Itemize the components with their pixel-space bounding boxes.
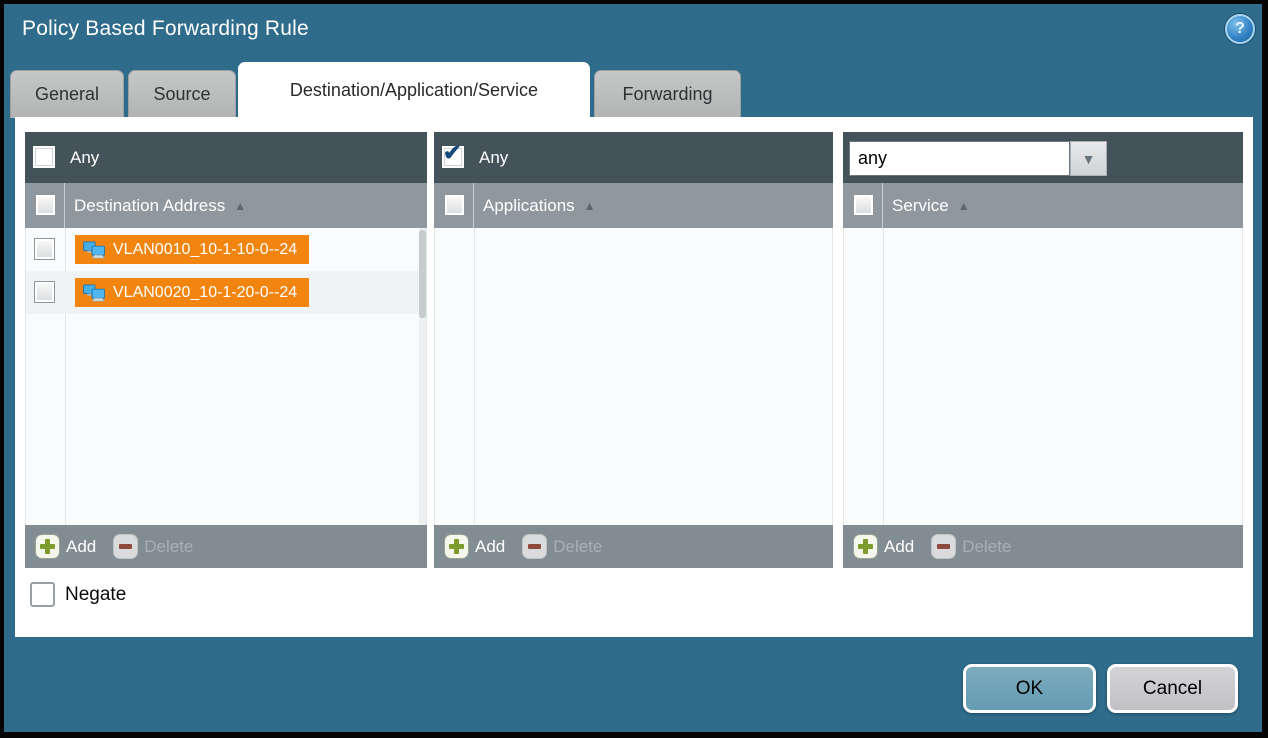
destination-column-title: Destination Address [74,196,225,215]
scrollbar-thumb[interactable] [419,230,426,318]
service-column-title: Service [892,196,949,215]
row-checkbox[interactable] [34,281,55,303]
applications-select-all-checkbox[interactable] [444,194,465,216]
destination-column-header[interactable]: Destination Address ▲ [25,183,427,228]
add-icon [36,535,59,558]
applications-panel: ✔ Any Applications ▲ Add Delete [434,132,833,568]
destination-select-all-checkbox[interactable] [35,194,56,216]
help-icon[interactable]: ? [1225,14,1255,44]
service-dropdown-bar: ▼ [843,132,1243,183]
delete-icon [523,535,546,558]
add-icon [445,535,468,558]
chevron-down-icon: ▼ [1082,151,1096,167]
applications-any-label: Any [479,132,508,183]
applications-list [434,228,833,525]
service-footer: Add Delete [843,525,1243,568]
tab-source[interactable]: Source [128,70,236,118]
add-icon [854,535,877,558]
column-divider [882,183,883,228]
network-icon [82,284,106,302]
network-icon [82,241,106,259]
add-button[interactable]: Add [854,535,914,558]
destination-panel: Any Destination Address ▲ VLAN0010_10-1-1… [25,132,427,568]
applications-any-checkbox[interactable]: ✔ [442,146,464,168]
destination-row[interactable]: VLAN0020_10-1-20-0--24 [26,271,426,314]
destination-any-label: Any [70,132,99,183]
applications-column-header[interactable]: Applications ▲ [434,183,833,228]
applications-column-title: Applications [483,196,575,215]
service-list [843,228,1243,525]
tab-forwarding[interactable]: Forwarding [594,70,741,118]
tab-destination-application-service[interactable]: Destination/Application/Service [238,62,590,118]
negate-checkbox[interactable] [30,582,55,607]
destination-any-checkbox[interactable] [33,146,55,168]
column-divider [64,183,65,228]
delete-button[interactable]: Delete [114,535,193,558]
destination-list: VLAN0010_10-1-10-0--24 VLAN0020_10-1-20-… [25,228,427,525]
delete-button[interactable]: Delete [523,535,602,558]
destination-any-bar: Any [25,132,427,183]
negate-label: Negate [65,584,126,606]
delete-button[interactable]: Delete [932,535,1011,558]
add-button[interactable]: Add [36,535,96,558]
destination-footer: Add Delete [25,525,427,568]
address-object-name: VLAN0020_10-1-20-0--24 [113,284,297,302]
checkmark-icon: ✔ [443,140,461,166]
policy-forwarding-dialog: Policy Based Forwarding Rule ? General S… [0,0,1268,738]
negate-option: Negate [30,582,126,607]
ok-button[interactable]: OK [963,664,1096,713]
cancel-button[interactable]: Cancel [1107,664,1238,713]
service-dropdown-button[interactable]: ▼ [1070,141,1107,176]
column-divider [883,228,884,525]
service-panel: ▼ Service ▲ Add Delete [843,132,1243,568]
service-dropdown-input[interactable] [849,141,1070,176]
sort-ascending-icon: ▲ [234,199,246,213]
address-object-chip[interactable]: VLAN0020_10-1-20-0--24 [75,278,309,307]
row-checkbox[interactable] [34,238,55,260]
delete-icon [114,535,137,558]
delete-icon [932,535,955,558]
service-select-all-checkbox[interactable] [853,194,874,216]
service-column-header[interactable]: Service ▲ [843,183,1243,228]
add-button[interactable]: Add [445,535,505,558]
dialog-title: Policy Based Forwarding Rule [22,17,309,41]
destination-row[interactable]: VLAN0010_10-1-10-0--24 [26,228,426,271]
sort-ascending-icon: ▲ [958,199,970,213]
scrollbar[interactable] [419,228,426,525]
address-object-name: VLAN0010_10-1-10-0--24 [113,241,297,259]
tab-general[interactable]: General [10,70,124,118]
applications-any-bar: ✔ Any [434,132,833,183]
column-divider [474,228,475,525]
address-object-chip[interactable]: VLAN0010_10-1-10-0--24 [75,235,309,264]
sort-ascending-icon: ▲ [584,199,596,213]
column-divider [473,183,474,228]
applications-footer: Add Delete [434,525,833,568]
